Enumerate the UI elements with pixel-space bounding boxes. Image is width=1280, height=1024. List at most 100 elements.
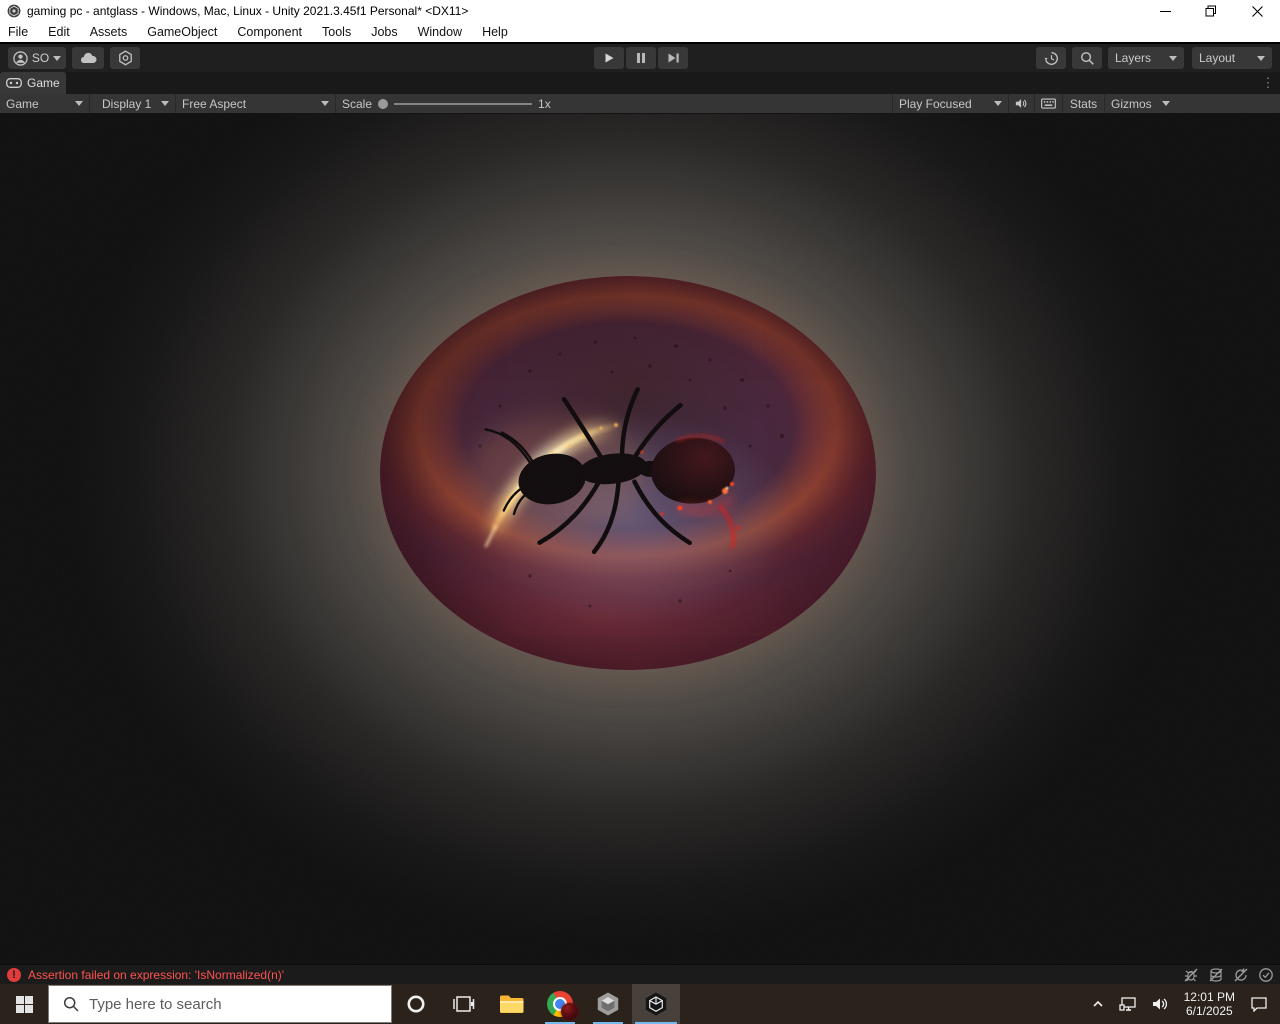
scale-control: Scale 1x [336,94,566,113]
network-icon[interactable] [1112,984,1144,1024]
scale-slider-track[interactable] [394,102,533,105]
stats-toggle[interactable]: Stats [1062,94,1104,113]
unity-logo-icon [7,4,21,18]
display-dropdown[interactable]: Display 1 [96,94,176,113]
chrome-button[interactable] [536,984,584,1024]
red-orb-badge [561,1003,578,1020]
layout-dropdown[interactable]: Layout [1192,47,1272,69]
menu-window[interactable]: Window [408,22,472,42]
status-bar: ! Assertion failed on expression: 'IsNor… [0,964,1280,984]
restore-button[interactable] [1188,0,1234,22]
debugger-disabled-icon[interactable] [1183,967,1199,983]
chevron-down-icon [994,101,1002,106]
stats-label: Stats [1069,96,1098,111]
chevron-down-icon [1162,101,1170,106]
game-toolbar-spacer [1176,94,1280,113]
keyboard-icon [1041,98,1056,109]
layers-dropdown[interactable]: Layers [1108,47,1184,69]
game-view-dropdown[interactable]: Game [0,94,90,113]
game-viewport[interactable] [0,114,1280,964]
background-tasks-ok-icon[interactable] [1258,967,1274,983]
tab-overflow-menu[interactable]: ⋮ [1260,72,1276,94]
title-bar: gaming pc - antglass - Windows, Mac, Lin… [0,0,1280,22]
taskbar-clock[interactable]: 12:01 PM 6/1/2025 [1176,990,1243,1018]
file-explorer-icon [500,995,524,1013]
menu-edit[interactable]: Edit [38,22,80,42]
clock-date: 6/1/2025 [1185,1004,1233,1018]
start-button[interactable] [0,984,48,1024]
menu-file[interactable]: File [0,22,38,42]
account-label: SO [31,51,50,65]
layout-label: Layout [1199,51,1236,65]
menu-assets[interactable]: Assets [80,22,138,42]
console-status-error[interactable]: ! Assertion failed on expression: 'IsNor… [0,967,284,982]
chevron-down-icon [53,55,62,61]
unity-editor-icon [645,992,667,1016]
play-focused-dropdown[interactable]: Play Focused [892,94,1008,113]
action-center-button[interactable] [1243,984,1280,1024]
scale-slider-thumb[interactable] [378,98,389,109]
scale-label: Scale [342,96,373,111]
undo-history-button[interactable] [1036,47,1066,69]
cache-server-disconnected-icon[interactable] [1208,967,1224,983]
task-view-icon [453,996,475,1012]
play-button[interactable] [594,47,624,69]
version-control-button[interactable] [110,47,140,69]
pause-icon [637,53,645,63]
search-icon [1080,51,1094,65]
close-button[interactable] [1234,0,1280,22]
menu-help[interactable]: Help [472,22,518,42]
auto-refresh-disabled-icon[interactable] [1233,967,1249,983]
mute-audio-toggle[interactable] [1008,94,1034,113]
search-icon [63,996,79,1012]
pause-button[interactable] [626,47,656,69]
aspect-ratio-label: Free Aspect [182,96,247,111]
search-everywhere-button[interactable] [1072,47,1102,69]
chevron-down-icon [161,101,169,106]
cloud-services-button[interactable] [72,47,104,69]
play-focused-label: Play Focused [899,96,972,111]
account-dropdown[interactable]: SO [8,47,66,69]
task-view-button[interactable] [440,984,488,1024]
chevron-down-icon [321,101,329,106]
step-icon [668,53,679,63]
clock-time: 12:01 PM [1183,990,1235,1004]
taskbar-search-box[interactable] [48,985,392,1023]
volume-icon[interactable] [1144,984,1176,1024]
gamepad-icon [6,78,22,88]
error-icon: ! [7,967,21,982]
unity-hub-button[interactable] [584,984,632,1024]
play-icon [605,53,614,63]
tab-game-label: Game [27,76,60,90]
file-explorer-button[interactable] [488,984,536,1024]
cortana-icon [407,995,425,1013]
menu-bar: File Edit Assets GameObject Component To… [0,22,1280,44]
cortana-button[interactable] [392,984,440,1024]
windows-logo-icon [15,995,33,1013]
aspect-ratio-dropdown[interactable]: Free Aspect [176,94,336,113]
menu-component[interactable]: Component [227,22,312,42]
menu-jobs[interactable]: Jobs [361,22,407,42]
step-button[interactable] [658,47,688,69]
cloud-icon [81,52,97,63]
keyboard-toggle[interactable] [1034,94,1062,113]
history-icon [1044,51,1058,65]
unity-editor-button[interactable] [632,984,680,1024]
system-tray: 12:01 PM 6/1/2025 [1084,984,1280,1024]
hidden-icons-chevron[interactable] [1084,984,1112,1024]
window-title: gaming pc - antglass - Windows, Mac, Lin… [27,4,469,18]
menu-gameobject[interactable]: GameObject [137,22,227,42]
game-view-dropdown-label: Game [6,96,39,111]
search-input[interactable] [89,995,349,1013]
account-icon [13,50,28,66]
game-view-toolbar: Game Display 1 Free Aspect Scale 1x Play… [0,94,1280,114]
amber-sphere [380,276,876,670]
unity-editor-window: gaming pc - antglass - Windows, Mac, Lin… [0,0,1280,1024]
gizmos-dropdown[interactable]: Gizmos [1104,94,1176,113]
tab-strip: Game ⋮ [0,72,1280,94]
tab-game[interactable]: Game [0,72,66,94]
menu-tools[interactable]: Tools [312,22,361,42]
chevron-down-icon [1257,55,1265,61]
gizmos-label: Gizmos [1111,96,1152,111]
minimize-button[interactable] [1142,0,1188,22]
